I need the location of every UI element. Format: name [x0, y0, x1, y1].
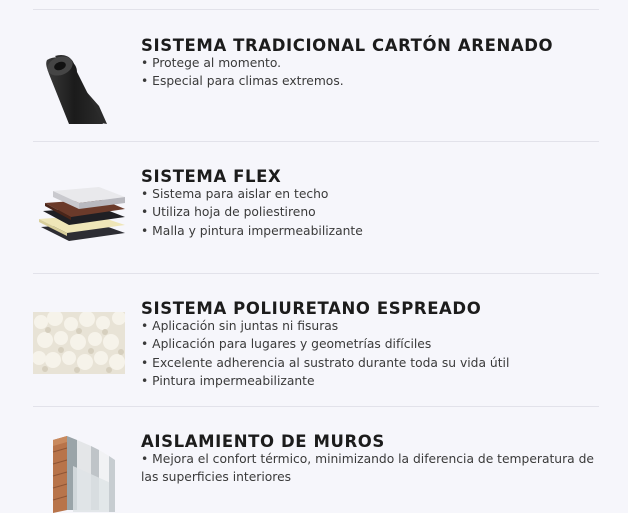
section-title: SISTEMA FLEX — [141, 167, 282, 186]
section-title: AISLAMIENTO DE MUROS — [141, 432, 385, 451]
bullet-list: Mejora el confort térmico, minimizando l… — [141, 450, 601, 487]
divider — [33, 9, 599, 10]
section-title: SISTEMA POLIURETANO ESPREADO — [141, 299, 482, 318]
roll-of-sanded-roofing-felt-icon — [46, 54, 107, 125]
list-item: Especial para climas extremos. — [141, 72, 343, 90]
bullet-list: Protege al momento. Especial para climas… — [141, 54, 344, 91]
bullet-list: Sistema para aislar en techo Utiliza hoj… — [141, 185, 363, 240]
list-item: Aplicación para lugares y geometrías dif… — [141, 335, 509, 353]
insulated-wall-layers-icon — [52, 436, 115, 513]
sprayed-polyurethane-foam-icon — [33, 312, 125, 374]
page: SISTEMA TRADICIONAL CARTÓN ARENADO Prote… — [0, 0, 628, 513]
list-item: Pintura impermeabilizante — [141, 372, 509, 390]
divider — [33, 141, 599, 142]
divider — [33, 406, 599, 407]
list-item: Aplicación sin juntas ni fisuras — [141, 317, 509, 335]
list-item: Utiliza hoja de poliestireno — [141, 203, 363, 221]
list-item: Sistema para aislar en techo — [141, 185, 363, 203]
layered-roofing-sheets-icon — [39, 187, 125, 241]
list-item: Protege al momento. — [141, 54, 344, 72]
list-item: Mejora el confort térmico, minimizando l… — [141, 450, 601, 487]
divider — [33, 273, 599, 274]
bullet-list: Aplicación sin juntas ni fisuras Aplicac… — [141, 317, 509, 390]
list-item: Excelente adherencia al sustrato durante… — [141, 354, 509, 372]
section-title: SISTEMA TRADICIONAL CARTÓN ARENADO — [141, 36, 554, 55]
list-item: Malla y pintura impermeabilizante — [141, 222, 363, 240]
